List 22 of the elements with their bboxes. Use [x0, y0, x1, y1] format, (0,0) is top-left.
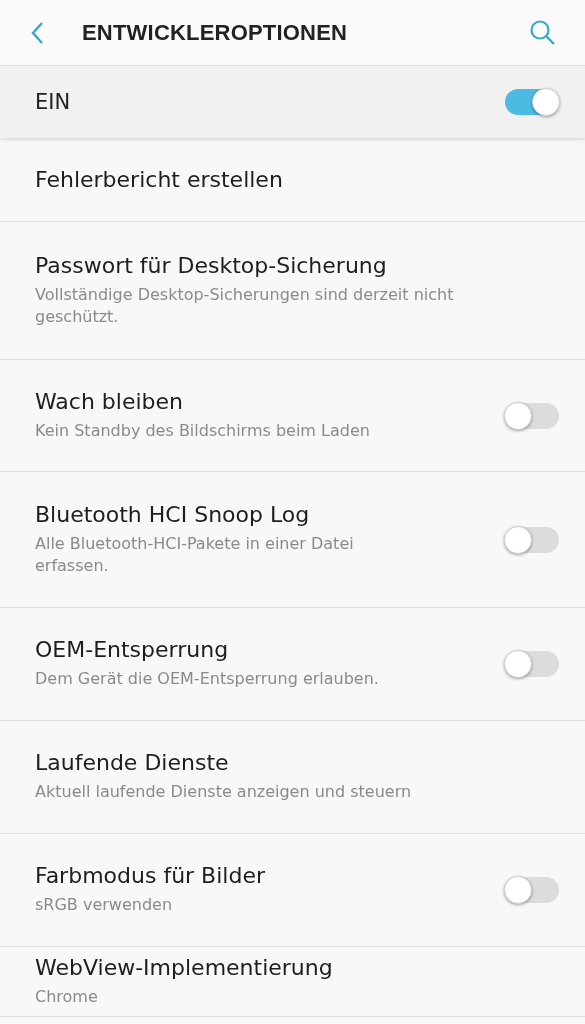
toggle-switch[interactable]: [505, 89, 559, 115]
setting-title: Farbmodus für Bilder: [35, 863, 266, 889]
toggle-switch[interactable]: [505, 402, 559, 429]
setting-summary: Aktuell laufende Dienste anzeigen und steuern: [35, 781, 413, 804]
setting-title: Passwort für Desktop-Sicherung: [35, 252, 388, 278]
setting-title: Bluetooth HCI Snoop Log: [35, 501, 311, 527]
setting-title: OEM-Entsperrung: [35, 637, 230, 663]
setting-summary: Chrome: [35, 985, 99, 1008]
setting-summary: Kein Standby des Bildschirms beim Laden: [35, 419, 371, 442]
toggle-switch[interactable]: [505, 526, 559, 553]
toggle-switch[interactable]: [505, 877, 559, 903]
setting-title: WebView-Implementierung: [35, 954, 334, 980]
page-title: ENTWICKLEROPTIONEN: [82, 19, 349, 46]
master-switch-label: EIN: [35, 90, 71, 114]
setting-title: Fehlerbericht erstellen: [35, 167, 284, 192]
toggle-switch[interactable]: [505, 651, 559, 677]
setting-summary: Vollständige Desktop-Sicherungen sind derzeit nicht geschützt.: [35, 283, 455, 328]
setting-title: Wach bleiben: [35, 388, 185, 414]
setting-summary: Alle Bluetooth-HCI-Pakete in einer Datei erfassen.: [35, 532, 355, 577]
setting-title: Laufende Dienste: [35, 750, 230, 776]
setting-summary: sRGB verwenden: [35, 894, 173, 917]
setting-summary: Dem Gerät die OEM-Entsperrung erlauben.: [35, 668, 380, 691]
